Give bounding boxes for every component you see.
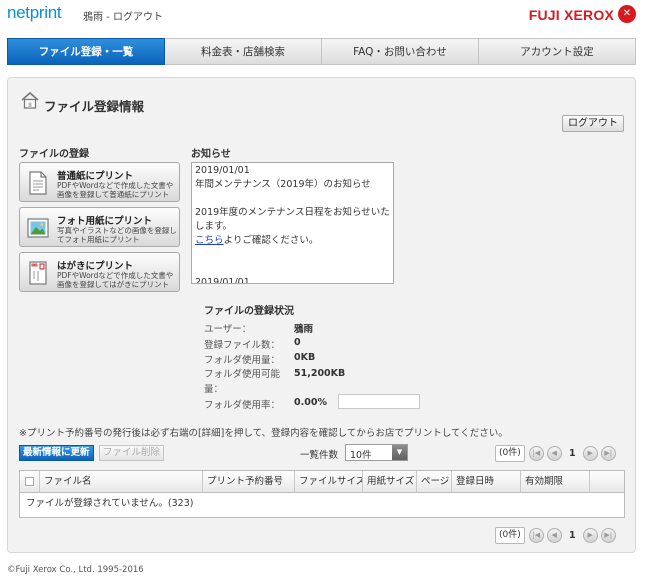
tab-faq-contact[interactable]: FAQ・お問い合わせ	[322, 38, 479, 65]
table-header: ファイル名 プリント予約番号 ファイルサイズ 用紙サイズ ページ 登録日時 有効…	[20, 471, 624, 493]
last-page-icon[interactable]: ▶|	[600, 445, 616, 461]
photo-paper-print-button[interactable]: フォト用紙にプリント 写真やイラストなどの画像を登録してフォト用紙にプリント	[19, 207, 180, 247]
first-page-icon[interactable]: |◀	[528, 527, 544, 543]
fuji-xerox-logo-icon: ✕	[618, 5, 636, 23]
tab-file-register-list[interactable]: ファイル登録・一覧	[7, 38, 165, 65]
status-file-count-value: 0	[294, 337, 301, 348]
status-folder-capacity-value: 51,200KB	[294, 368, 346, 379]
page-title: ファイル登録情報	[44, 99, 145, 114]
header: netprint 鴉雨 - ログアウト FUJI XEROX ✕	[0, 0, 646, 34]
col-file-size[interactable]: ファイルサイズ	[295, 471, 363, 493]
pager-bottom: (0件) |◀ ◀ 1 ▶ ▶|	[495, 526, 619, 544]
photo-icon	[27, 218, 49, 238]
notice-next-date: 2019/01/01	[195, 277, 250, 284]
status-heading: ファイルの登録状況	[204, 306, 294, 317]
checkbox-icon	[25, 477, 34, 486]
next-page-icon[interactable]: ▶	[582, 445, 598, 461]
col-detail	[590, 471, 624, 493]
tab-account-settings[interactable]: アカウント設定	[479, 38, 636, 65]
document-icon	[29, 171, 47, 195]
postcard-desc: PDFやWordなどで作成した文書や画像を登録してはがきにプリント	[57, 271, 174, 289]
select-all-checkbox[interactable]	[20, 471, 40, 493]
prev-page-icon[interactable]: ◀	[546, 445, 562, 461]
postcard-icon	[29, 261, 47, 285]
result-count-bottom: (0件)	[495, 526, 525, 544]
plain-paper-print-button[interactable]: 普通紙にプリント PDFやWordなどで作成した文書や画像を登録して普通紙にプリ…	[19, 162, 180, 202]
photo-paper-title: フォト用紙にプリント	[57, 216, 153, 227]
chevron-down-icon: ▼	[392, 445, 407, 460]
status-user-value: 鴉雨	[294, 324, 314, 335]
status-usage-rate-label: フォルダ使用率：	[204, 400, 281, 411]
col-reservation-number[interactable]: プリント予約番号	[203, 471, 295, 493]
status-folder-capacity-label: フォルダ使用可能量：	[204, 369, 281, 395]
col-expiry[interactable]: 有効期限	[521, 471, 590, 493]
main-panel: ファイル登録情報 ログアウト ファイルの登録 普通紙にプリント PDFやWord…	[7, 77, 636, 553]
notices-box[interactable]: 2019/01/01 年間メンテナンス（2019年）のお知らせ 2019年度のメ…	[191, 162, 394, 284]
col-pages[interactable]: ページ	[417, 471, 452, 493]
notice-link[interactable]: こちら	[195, 235, 224, 246]
empty-row: ファイルが登録されていません。(323)	[26, 498, 194, 509]
refresh-button[interactable]: 最新情報に更新	[19, 445, 94, 461]
main-nav: ファイル登録・一覧 料金表・店舗検索 FAQ・お問い合わせ アカウント設定	[7, 38, 636, 65]
netprint-logo[interactable]: netprint	[7, 3, 62, 23]
prev-page-icon[interactable]: ◀	[546, 527, 562, 543]
print-note: ※プリント予約番号の発行後は必ず右端の[詳細]を押して、登録内容を確認してからお…	[19, 428, 508, 439]
fuji-xerox-brand: FUJI XEROX	[528, 7, 614, 23]
logout-button[interactable]: ログアウト	[562, 115, 624, 132]
file-table: ファイル名 プリント予約番号 ファイルサイズ 用紙サイズ ページ 登録日時 有効…	[19, 470, 625, 518]
perpage-select[interactable]: 10件 ▼	[345, 444, 408, 461]
plain-paper-title: 普通紙にプリント	[57, 171, 134, 182]
plain-paper-desc: PDFやWordなどで作成した文書や画像を登録して普通紙にプリント	[57, 181, 174, 199]
pager-top: (0件) |◀ ◀ 1 ▶ ▶|	[495, 444, 619, 462]
perpage-label: 一覧件数	[300, 450, 339, 461]
first-page-icon[interactable]: |◀	[528, 445, 544, 461]
col-file-name[interactable]: ファイル名	[40, 471, 203, 493]
notices-heading: お知らせ	[191, 149, 231, 160]
col-paper-size[interactable]: 用紙サイズ	[363, 471, 417, 493]
delete-file-button[interactable]: ファイル削除	[99, 445, 165, 461]
last-page-icon[interactable]: ▶|	[600, 527, 616, 543]
current-page-bottom: 1	[568, 529, 576, 541]
copyright: ©Fuji Xerox Co., Ltd. 1995-2016	[7, 565, 144, 575]
notice-date: 2019/01/01	[195, 165, 250, 176]
notice-body: 2019年度のメンテナンス日程をお知らせいたします。	[195, 207, 390, 232]
user-logout-line[interactable]: 鴉雨 - ログアウト	[83, 8, 163, 23]
next-page-icon[interactable]: ▶	[582, 527, 598, 543]
usage-rate-bar	[338, 394, 420, 409]
col-registered-at[interactable]: 登録日時	[452, 471, 521, 493]
notice-link-suffix: よりご確認ください。	[223, 235, 319, 246]
status-folder-usage-label: フォルダ使用量：	[204, 355, 281, 366]
tab-price-store-search[interactable]: 料金表・店舗検索	[165, 38, 322, 65]
home-icon	[21, 91, 39, 109]
current-page: 1	[568, 447, 576, 459]
status-folder-usage-value: 0KB	[294, 352, 316, 363]
photo-paper-desc: 写真やイラストなどの画像を登録してフォト用紙にプリント	[57, 226, 177, 244]
status-file-count-label: 登録ファイル数：	[204, 340, 281, 351]
register-heading: ファイルの登録	[19, 149, 89, 160]
status-usage-rate-value: 0.00%	[294, 397, 327, 408]
notice-subject: 年間メンテナンス（2019年）のお知らせ	[195, 179, 371, 190]
postcard-print-button[interactable]: はがきにプリント PDFやWordなどで作成した文書や画像を登録してはがきにプリ…	[19, 252, 180, 292]
result-count: (0件)	[495, 444, 525, 462]
postcard-title: はがきにプリント	[57, 261, 134, 272]
status-user-label: ユーザー：	[204, 324, 252, 335]
perpage-value: 10件	[350, 450, 372, 461]
